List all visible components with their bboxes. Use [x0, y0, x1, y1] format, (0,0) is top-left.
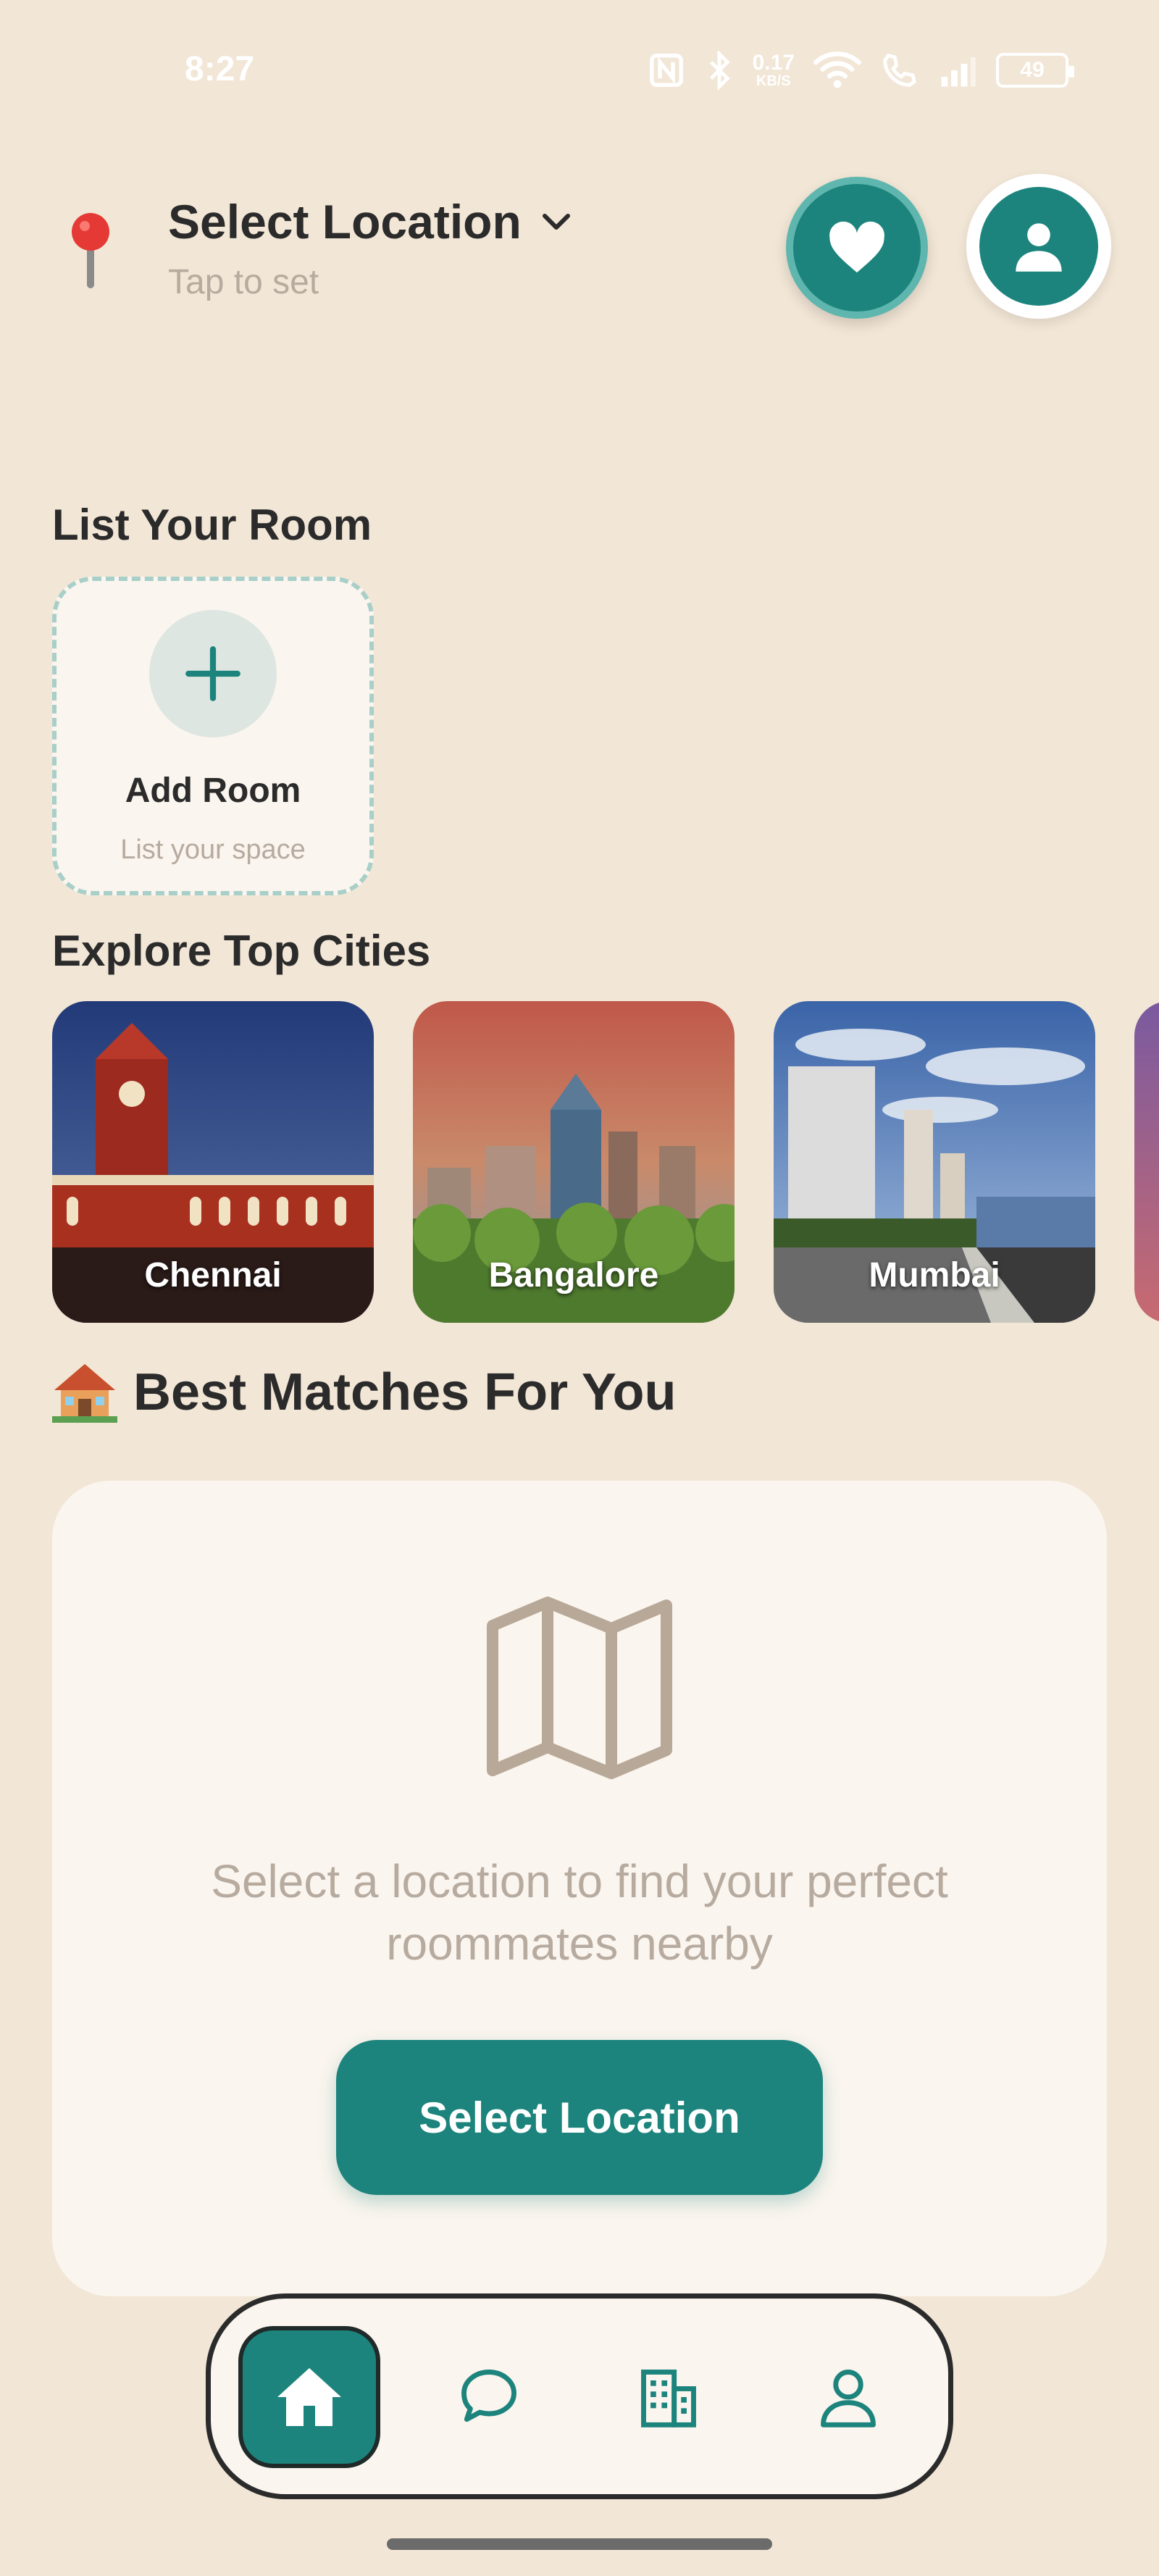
house-icon [52, 1364, 117, 1423]
user-icon [1016, 223, 1062, 272]
city-card-mumbai[interactable]: Mumbai [774, 1001, 1095, 1323]
add-room-card[interactable]: Add Room List your space [52, 577, 374, 895]
building-icon [641, 2370, 696, 2427]
heart-icon [829, 221, 884, 273]
avatar [979, 187, 1098, 306]
city-card-partial[interactable] [1134, 1001, 1159, 1323]
city-name: Mumbai [869, 1256, 1000, 1295]
select-location-button[interactable]: Select Location [336, 2040, 823, 2195]
city-card-bangalore[interactable]: Bangalore [413, 1001, 735, 1323]
net-speed-unit: KB/S [756, 73, 791, 89]
status-bar: 8:27 0.17 KB/S 49 [0, 43, 1159, 101]
city-image [1134, 1001, 1159, 1323]
status-icons: 0.17 KB/S 49 [647, 51, 1074, 90]
call-icon [883, 53, 917, 87]
signal-icon [941, 57, 976, 87]
net-speed: 0.17 KB/S [752, 51, 795, 89]
net-speed-value: 0.17 [752, 51, 795, 75]
add-circle[interactable] [149, 610, 277, 737]
header: Select Location Tap to set [51, 174, 1111, 333]
profile-button[interactable] [966, 174, 1111, 319]
nav-buildings[interactable] [598, 2326, 740, 2468]
person-icon [821, 2370, 876, 2427]
bottom-nav [206, 2293, 953, 2499]
best-matches-header: Best Matches For You [52, 1362, 677, 1423]
battery-level: 49 [1020, 58, 1045, 82]
nav-home[interactable] [238, 2326, 380, 2468]
chat-icon [461, 2370, 516, 2422]
city-name: Bangalore [488, 1256, 659, 1295]
location-title[interactable]: Select Location [168, 194, 522, 249]
list-room-title: List Your Room [52, 501, 372, 549]
home-icon [277, 2368, 341, 2426]
map-icon [487, 1597, 672, 1779]
plus-icon [185, 646, 240, 701]
wifi-icon [813, 51, 861, 88]
city-name: Chennai [144, 1256, 282, 1295]
city-carousel[interactable]: Chennai Bangalore Mumbai [52, 1001, 1159, 1323]
cities-title: Explore Top Cities [52, 927, 431, 975]
home-indicator[interactable] [387, 2538, 772, 2550]
favorites-button[interactable] [786, 177, 928, 319]
nav-profile[interactable] [777, 2326, 919, 2468]
chevron-down-icon[interactable] [539, 204, 574, 239]
city-card-chennai[interactable]: Chennai [52, 1001, 374, 1323]
nav-chat[interactable] [418, 2326, 560, 2468]
location-pin-icon[interactable] [71, 210, 110, 290]
battery-icon: 49 [996, 53, 1074, 88]
app-screen: 8:27 0.17 KB/S 49 Select Location Tap to… [0, 0, 1159, 2576]
nfc-icon [649, 54, 683, 87]
bluetooth-icon [709, 51, 730, 90]
status-time: 8:27 [185, 50, 255, 88]
empty-state-message: Select a location to find your perfect r… [211, 1855, 948, 1970]
location-selector[interactable]: Select Location [168, 194, 574, 249]
add-room-sublabel: List your space [120, 835, 306, 865]
best-matches-title: Best Matches For You [133, 1363, 677, 1421]
location-subtitle[interactable]: Tap to set [168, 262, 319, 302]
add-room-label: Add Room [125, 771, 301, 810]
matches-empty-state: Select a location to find your perfect r… [52, 1481, 1107, 2296]
